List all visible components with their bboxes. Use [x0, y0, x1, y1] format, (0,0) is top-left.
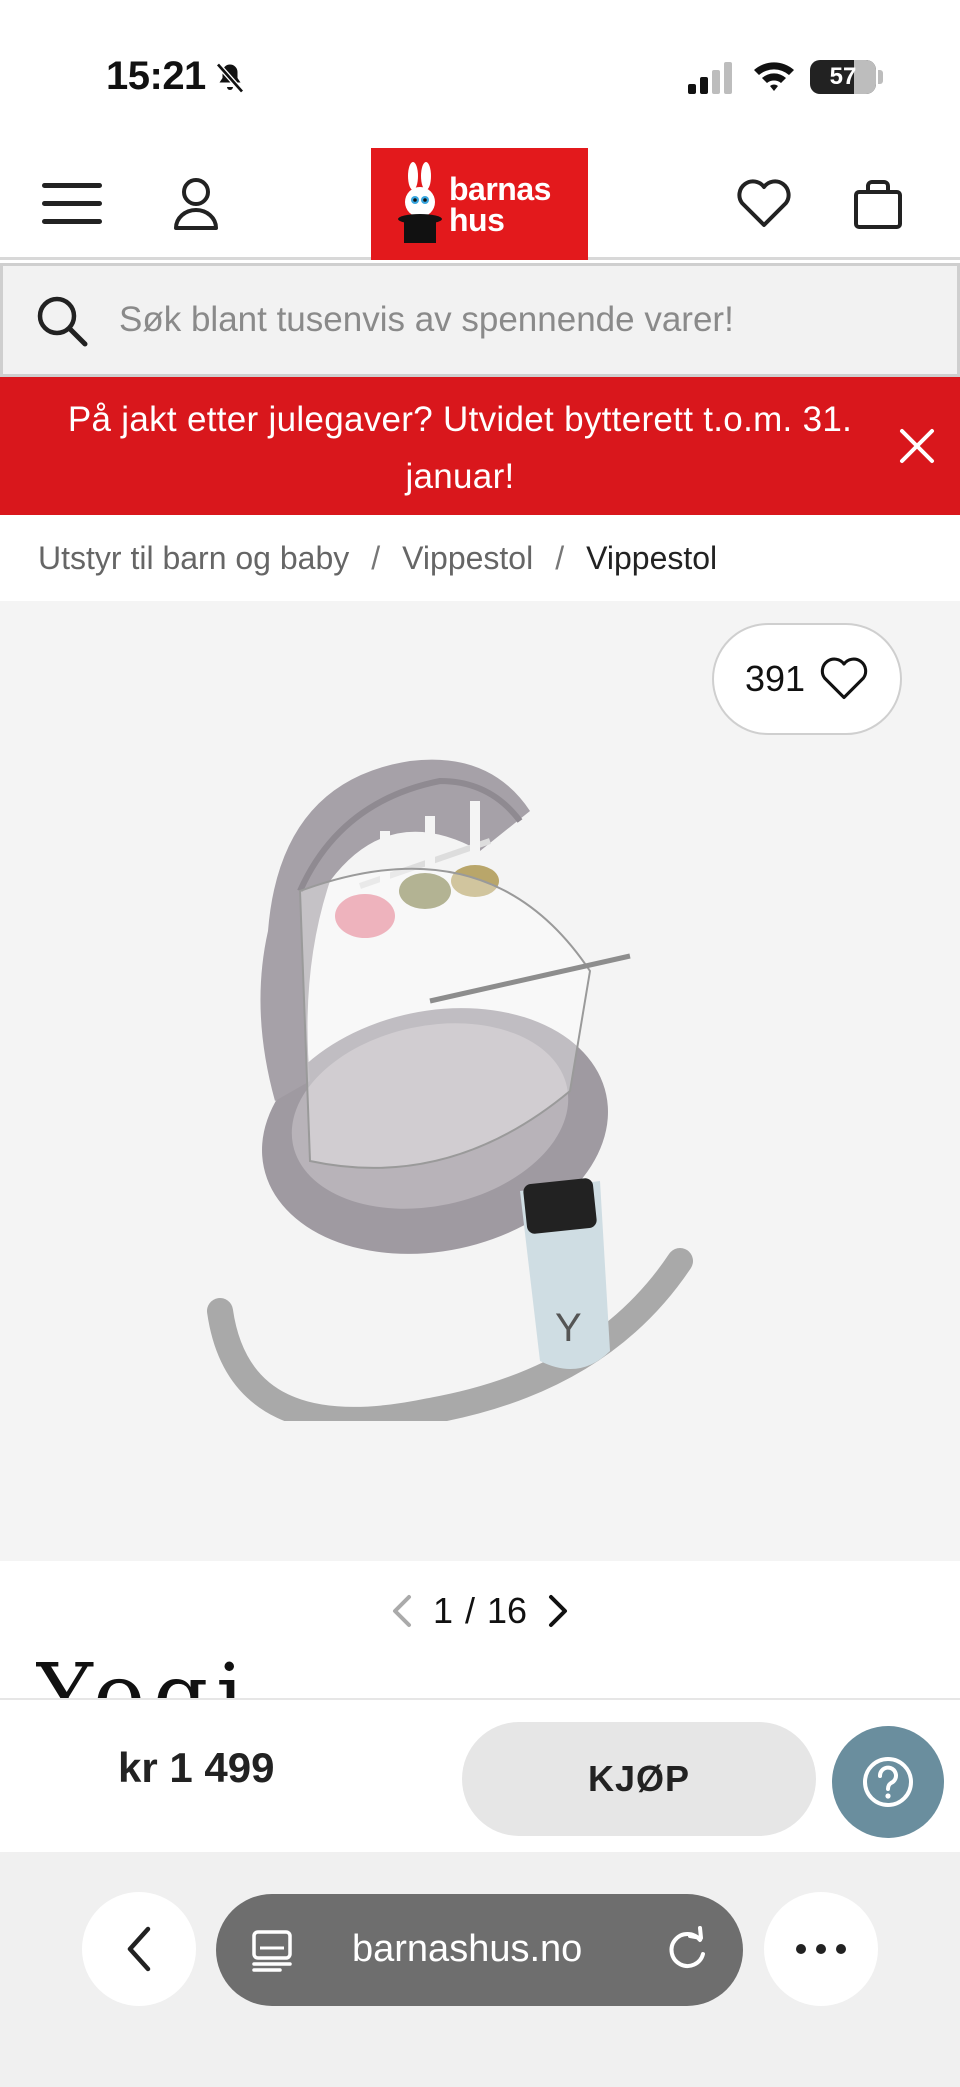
menu-button[interactable]: [40, 172, 104, 236]
logo-text-line2: hus: [449, 202, 505, 238]
product-gallery[interactable]: 391 Y: [0, 601, 960, 1561]
breadcrumb: Utstyr til barn og baby / Vippestol / Vi…: [0, 515, 960, 601]
site-header: barnas hus: [0, 148, 960, 260]
cart-button[interactable]: [846, 172, 910, 236]
pager-total: 16: [487, 1590, 528, 1631]
battery-level: 57: [829, 63, 857, 90]
help-button[interactable]: [832, 1726, 944, 1838]
bell-slash-icon: [216, 62, 244, 94]
pager-current: 1: [432, 1590, 453, 1631]
menu-icon: [42, 183, 102, 224]
breadcrumb-separator: /: [555, 539, 565, 576]
chevron-left-icon: [392, 1595, 411, 1627]
next-image-button[interactable]: [539, 1591, 579, 1631]
buy-bar: kr 1 499 KJØP: [0, 1698, 960, 1852]
breadcrumb-link[interactable]: Utstyr til barn og baby: [38, 540, 349, 577]
heart-icon: [820, 657, 868, 700]
close-icon[interactable]: [896, 425, 938, 467]
bag-icon: [854, 180, 902, 229]
browser-more-button[interactable]: [764, 1892, 878, 2006]
brand-logo-peek: Yogi: [36, 1652, 336, 1700]
tabs-icon[interactable]: [250, 1928, 294, 1972]
browser-toolbar: barnashus.no: [0, 1852, 960, 2087]
back-icon: [127, 1926, 151, 1972]
url-text: barnashus.no: [352, 1928, 583, 1970]
search-input[interactable]: [119, 288, 939, 352]
address-bar[interactable]: barnashus.no: [216, 1894, 743, 2006]
chevron-right-icon: [549, 1595, 568, 1627]
promo-banner: På jakt etter julegaver? Utvidet byttere…: [0, 377, 960, 515]
brand-logo[interactable]: barnas hus: [371, 148, 588, 260]
brand-name: Yogi: [36, 1652, 252, 1700]
wifi-icon: [754, 62, 794, 91]
status-bar: 15:21 57: [0, 0, 960, 150]
battery-icon: 57: [810, 60, 876, 94]
account-button[interactable]: [164, 172, 228, 236]
pager-separator: /: [464, 1590, 475, 1631]
logo-text-line1: barnas: [449, 171, 551, 207]
prev-image-button[interactable]: [381, 1591, 421, 1631]
rabbit-hat-icon: [398, 162, 442, 243]
favorite-count-button[interactable]: 391: [712, 623, 902, 735]
breadcrumb-link[interactable]: Vippestol: [402, 540, 533, 577]
help-icon: [863, 1757, 913, 1807]
breadcrumb-current: Vippestol: [586, 539, 718, 576]
product-price: kr 1 499: [118, 1744, 275, 1791]
browser-back-button[interactable]: [82, 1892, 196, 2006]
search-icon[interactable]: [35, 294, 89, 348]
svg-text:Y: Y: [555, 1306, 582, 1350]
reload-icon[interactable]: [664, 1926, 710, 1972]
user-icon: [174, 178, 218, 230]
heart-icon: [737, 179, 791, 227]
status-time: 15:21: [106, 54, 206, 98]
promo-text: På jakt etter julegaver? Utvidet byttere…: [67, 400, 853, 496]
buy-button[interactable]: KJØP: [462, 1722, 816, 1836]
gallery-pager: 1 / 16: [0, 1561, 960, 1661]
favorites-button[interactable]: [732, 172, 796, 236]
search-bar: [0, 263, 960, 377]
favorite-count: 391: [744, 658, 806, 699]
product-image: Y: [207, 759, 693, 1421]
signal-icon: [688, 62, 732, 94]
more-icon: [796, 1944, 846, 1954]
breadcrumb-separator: /: [371, 539, 381, 576]
